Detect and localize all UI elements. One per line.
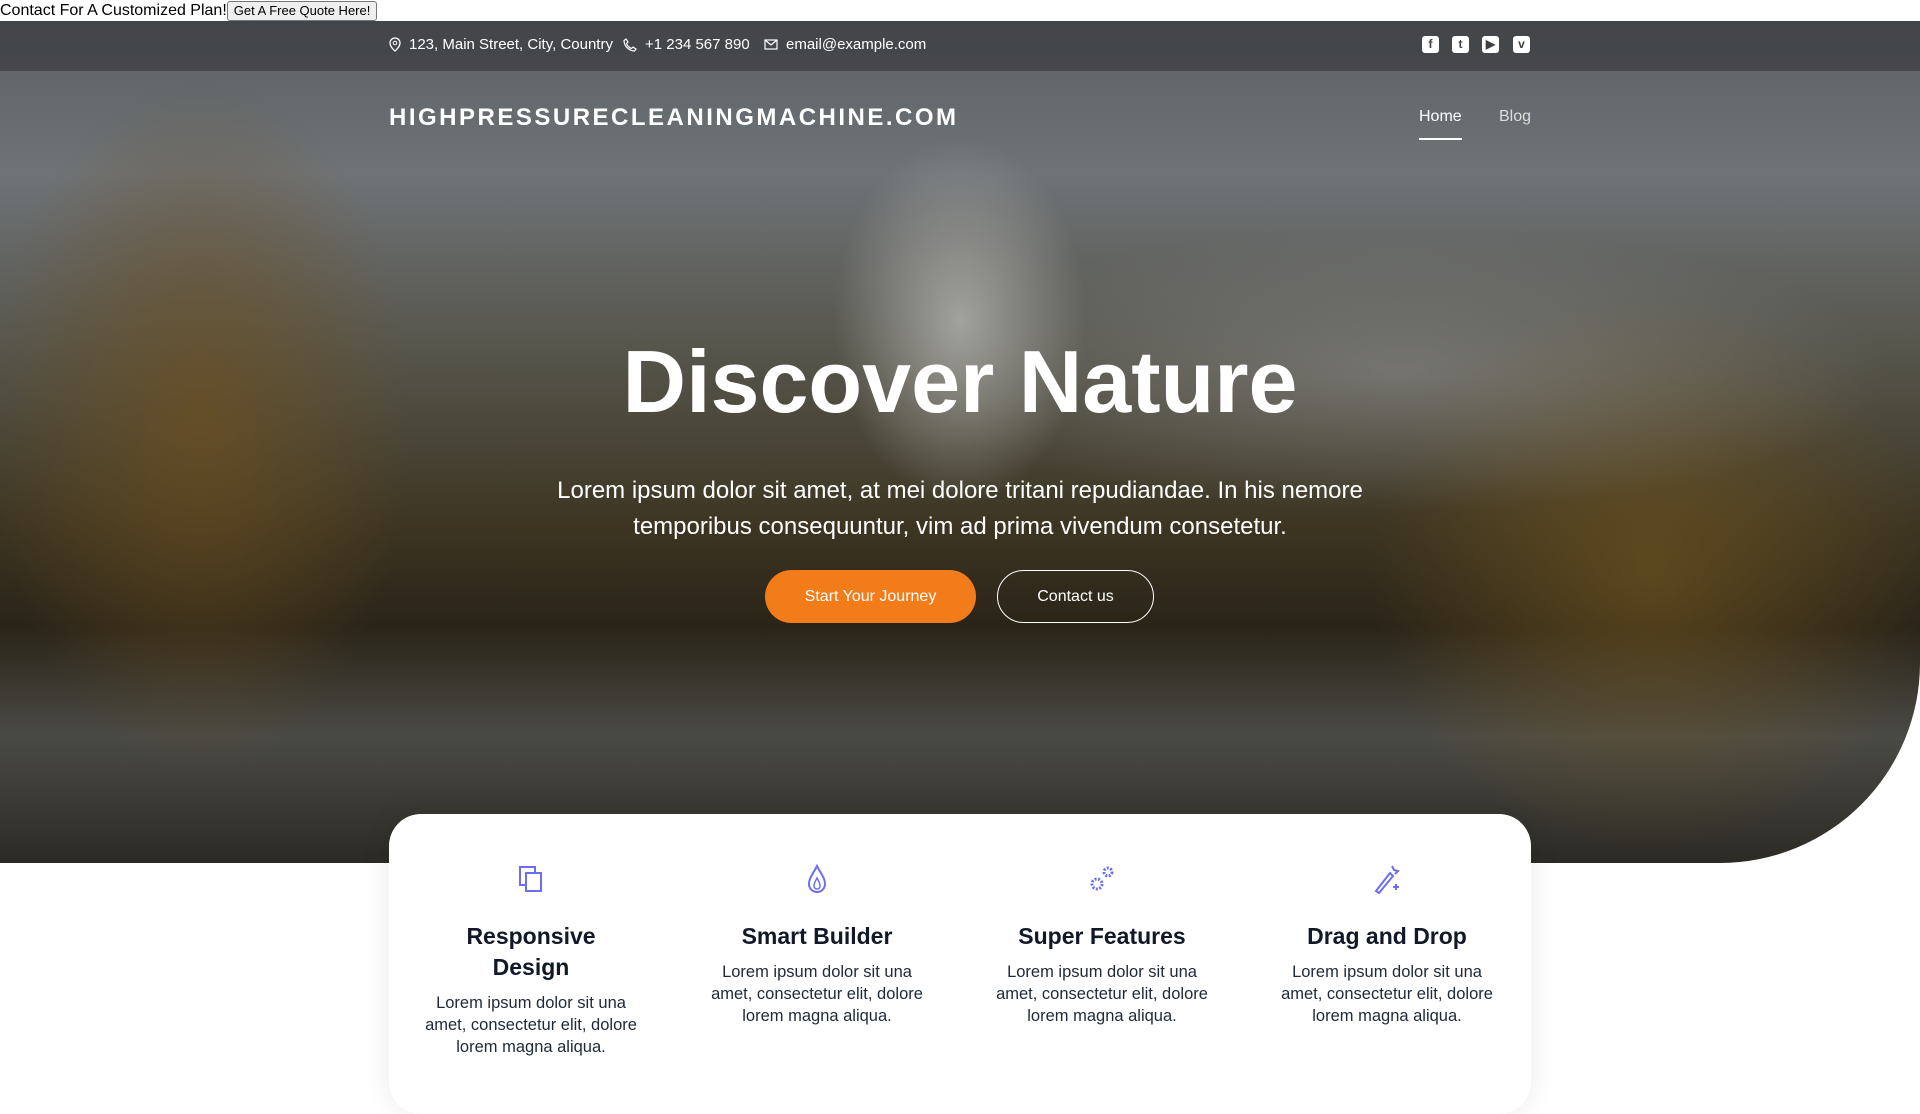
feature-text: Lorem ipsum dolor sit una amet, consecte… bbox=[1281, 963, 1493, 1025]
hero-subtitle: Lorem ipsum dolor sit amet, at mei dolor… bbox=[557, 477, 1363, 540]
feature-title: Responsive Design bbox=[466, 923, 596, 980]
free-quote-button[interactable]: Get A Free Quote Here! bbox=[226, 0, 378, 21]
magic-wand-icon bbox=[1374, 865, 1400, 895]
email-info[interactable]: email@example.com bbox=[764, 36, 926, 53]
facebook-icon[interactable]: f bbox=[1422, 36, 1439, 53]
feature-drag-and-drop: Drag and Drop Lorem ipsum dolor sit una … bbox=[1277, 864, 1497, 1027]
info-bar: 123, Main Street, City, Country +1 234 5… bbox=[0, 21, 1920, 71]
youtube-icon[interactable]: ▶ bbox=[1482, 36, 1499, 53]
vimeo-icon[interactable]: v bbox=[1513, 36, 1530, 53]
feature-title: Drag and Drop bbox=[1307, 923, 1467, 949]
feature-text: Lorem ipsum dolor sit una amet, consecte… bbox=[425, 994, 637, 1056]
copy-icon bbox=[519, 866, 542, 892]
phone-text: +1 234 567 890 bbox=[645, 36, 750, 53]
hero-title: Discover Nature bbox=[622, 332, 1298, 431]
feature-text: Lorem ipsum dolor sit una amet, consecte… bbox=[711, 963, 923, 1025]
hero-section: 123, Main Street, City, Country +1 234 5… bbox=[0, 21, 1920, 863]
feature-title: Super Features bbox=[1018, 923, 1186, 949]
email-text: email@example.com bbox=[786, 36, 927, 53]
map-pin-icon bbox=[389, 37, 401, 52]
phone-icon bbox=[623, 37, 637, 52]
promo-strip: Contact For A Customized Plan! Get A Fre… bbox=[0, 0, 1920, 21]
twitter-icon[interactable]: t bbox=[1452, 36, 1469, 53]
features-card: Responsive Design Lorem ipsum dolor sit … bbox=[389, 814, 1531, 1114]
address-info: 123, Main Street, City, Country bbox=[389, 36, 613, 53]
address-text: 123, Main Street, City, Country bbox=[409, 36, 613, 53]
feature-text: Lorem ipsum dolor sit una amet, consecte… bbox=[996, 963, 1208, 1025]
nav-home[interactable]: Home bbox=[1419, 108, 1462, 140]
feature-title: Smart Builder bbox=[741, 923, 893, 949]
contact-us-button[interactable]: Contact us bbox=[997, 570, 1154, 623]
feature-responsive-design: Responsive Design Lorem ipsum dolor sit … bbox=[421, 864, 641, 1058]
feature-super-features: Super Features Lorem ipsum dolor sit una… bbox=[992, 864, 1212, 1027]
nav-blog[interactable]: Blog bbox=[1499, 108, 1531, 126]
feature-smart-builder: Smart Builder Lorem ipsum dolor sit una … bbox=[707, 863, 927, 1027]
start-journey-button[interactable]: Start Your Journey bbox=[765, 570, 976, 623]
promo-text: Contact For A Customized Plan! bbox=[0, 1, 227, 19]
flame-icon bbox=[807, 863, 827, 893]
phone-info[interactable]: +1 234 567 890 bbox=[623, 36, 750, 53]
mail-icon bbox=[764, 39, 778, 50]
site-logo[interactable]: HIGHPRESSURECLEANINGMACHINE.COM bbox=[389, 104, 959, 132]
gears-icon bbox=[1090, 866, 1114, 891]
